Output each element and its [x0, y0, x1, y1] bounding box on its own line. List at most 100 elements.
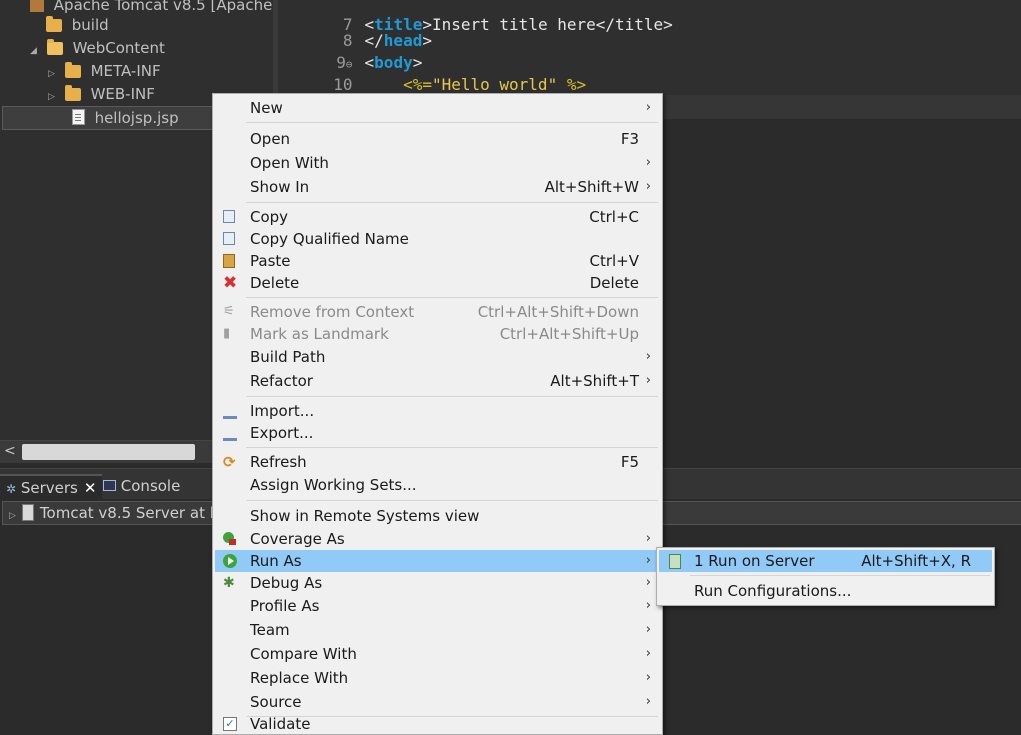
- menu-item-show-in-remote-systems[interactable]: Show in Remote Systems view: [215, 505, 660, 527]
- menu-item-delete[interactable]: ✖ Delete Delete: [215, 272, 660, 294]
- menu-separator: [246, 447, 658, 448]
- menu-item-source[interactable]: Source ›: [215, 691, 660, 713]
- debug-icon: ✱: [223, 575, 235, 591]
- tree-item-webcontent[interactable]: ◢ WebContent: [30, 37, 165, 59]
- menu-item-label: Paste: [250, 252, 291, 270]
- menu-separator: [246, 500, 658, 501]
- jsp-delimiter: %>: [557, 75, 587, 94]
- menu-item-coverage-as[interactable]: Coverage As ›: [215, 528, 660, 550]
- menu-item-paste[interactable]: Paste Ctrl+V: [215, 250, 660, 272]
- run-icon: [223, 554, 237, 568]
- menu-item-label: Compare With: [250, 645, 357, 663]
- code-line: 11</body>: [278, 74, 432, 95]
- menu-item-label: Source: [250, 693, 302, 711]
- copy-qualified-icon: [223, 232, 235, 245]
- scrollbar-thumb[interactable]: [22, 444, 195, 460]
- menu-item-replace-with[interactable]: Replace With ›: [215, 667, 660, 689]
- collapsed-arrow-icon[interactable]: ▷: [9, 511, 16, 521]
- menu-separator: [690, 575, 990, 576]
- collapsed-arrow-icon[interactable]: ▷: [48, 86, 60, 108]
- code-editor[interactable]: 7 <title>Insert title here</title> 8 </hea…: [278, 0, 1021, 95]
- menu-item-run-configurations[interactable]: Run Configurations...: [659, 580, 992, 602]
- menu-item-label: Profile As: [250, 597, 320, 615]
- import-icon: [223, 408, 237, 419]
- tree-item-label: META-INF: [90, 62, 161, 80]
- folder-icon: [64, 62, 81, 78]
- delete-icon: ✖: [223, 273, 238, 293]
- menu-item-shortcut: F3: [620, 130, 639, 148]
- menu-item-label: Refresh: [250, 453, 307, 471]
- tree-item-label: WebContent: [72, 39, 165, 57]
- menu-item-label: Replace With: [250, 669, 349, 687]
- menu-item-label: Team: [250, 621, 290, 639]
- menu-item-label: 1 Run on Server: [694, 552, 815, 570]
- menu-item-label: Export...: [250, 424, 314, 442]
- menu-item-label: Open: [250, 130, 291, 148]
- string-literal: "Hello world": [431, 75, 558, 94]
- menu-item-profile-as[interactable]: Profile As ›: [215, 595, 660, 617]
- tab-servers[interactable]: ✲ Servers ✕: [0, 474, 103, 500]
- menu-item-shortcut: Alt+Shift+X, R: [861, 552, 971, 570]
- menu-item-debug-as[interactable]: ✱ Debug As ›: [215, 572, 660, 594]
- menu-item-compare-with[interactable]: Compare With ›: [215, 643, 660, 665]
- submenu-arrow-icon: ›: [645, 553, 651, 568]
- menu-item-open-with[interactable]: Open With ›: [215, 152, 660, 174]
- tab-label: Servers: [20, 479, 78, 497]
- remove-context-icon: ⚟: [223, 304, 235, 319]
- menu-item-new[interactable]: New ›: [215, 97, 660, 119]
- tree-item-label: WEB-INF: [90, 85, 155, 103]
- jsp-file-icon: [71, 109, 85, 125]
- tree-item-web-inf[interactable]: ▷ WEB-INF: [48, 83, 155, 105]
- menu-item-shortcut: Delete: [589, 274, 639, 292]
- folder-open-icon: [46, 39, 63, 55]
- menu-item-label: Mark as Landmark: [250, 325, 389, 343]
- copy-icon: [223, 210, 235, 223]
- menu-item-assign-working-sets[interactable]: Assign Working Sets...: [215, 474, 660, 496]
- menu-item-open[interactable]: Open F3: [215, 128, 660, 150]
- validate-icon: ✓: [223, 717, 237, 731]
- menu-item-copy-qualified-name[interactable]: Copy Qualified Name: [215, 228, 660, 250]
- tree-item-hellojsp[interactable]: hellojsp.jsp: [2, 106, 224, 130]
- menu-item-refresh[interactable]: ⟳ Refresh F5: [215, 451, 660, 473]
- refresh-icon: ⟳: [223, 453, 236, 471]
- server-icon: [21, 504, 34, 521]
- menu-item-label: Import...: [250, 402, 315, 420]
- menu-item-shortcut: Alt+Shift+T: [550, 372, 639, 390]
- tag-bracket: >: [422, 31, 432, 50]
- expanded-arrow-icon[interactable]: ◢: [30, 40, 42, 62]
- tree-item-meta-inf[interactable]: ▷ META-INF: [48, 60, 161, 82]
- landmark-icon: ▮: [223, 326, 231, 341]
- menu-item-shortcut: Ctrl+Alt+Shift+Up: [499, 325, 639, 343]
- menu-item-import[interactable]: Import...: [215, 400, 660, 422]
- menu-item-copy[interactable]: Copy Ctrl+C: [215, 206, 660, 228]
- menu-item-team[interactable]: Team ›: [215, 619, 660, 641]
- menu-item-run-as[interactable]: Run As ›: [215, 550, 660, 572]
- menu-item-mark-as-landmark: ▮ Mark as Landmark Ctrl+Alt+Shift+Up: [215, 323, 660, 345]
- folder-icon: [64, 85, 81, 101]
- menu-item-label: Copy: [250, 208, 289, 226]
- menu-item-shortcut: F5: [620, 453, 639, 471]
- tab-console[interactable]: Console: [103, 474, 180, 498]
- menu-item-refactor[interactable]: Refactor Alt+Shift+T ›: [215, 370, 660, 392]
- code-line: 8 </head>: [278, 8, 432, 50]
- menu-item-build-path[interactable]: Build Path ›: [215, 346, 660, 368]
- code-text: Insert title here</title>: [431, 15, 673, 34]
- submenu-arrow-icon: ›: [645, 373, 651, 388]
- menu-item-export[interactable]: Export...: [215, 422, 660, 444]
- submenu-arrow-icon: ›: [645, 670, 651, 685]
- menu-separator: [246, 297, 658, 298]
- close-icon[interactable]: ✕: [84, 479, 97, 497]
- menu-item-label: Copy Qualified Name: [250, 230, 409, 248]
- menu-item-label: Validate: [250, 715, 311, 733]
- tree-item-label: build: [71, 16, 109, 34]
- collapsed-arrow-icon[interactable]: ▷: [48, 63, 60, 85]
- submenu-arrow-icon: ›: [645, 179, 651, 194]
- menu-item-validate[interactable]: ✓ Validate: [215, 713, 660, 735]
- tree-item-build[interactable]: build: [46, 14, 109, 36]
- submenu-arrow-icon: ›: [645, 598, 651, 613]
- scroll-left-button[interactable]: <: [4, 443, 16, 459]
- menu-item-run-on-server[interactable]: 1 Run on Server Alt+Shift+X, R: [659, 550, 992, 572]
- menu-item-show-in[interactable]: Show In Alt+Shift+W ›: [215, 176, 660, 198]
- menu-item-label: Assign Working Sets...: [250, 476, 417, 494]
- menu-item-shortcut: Ctrl+C: [589, 208, 639, 226]
